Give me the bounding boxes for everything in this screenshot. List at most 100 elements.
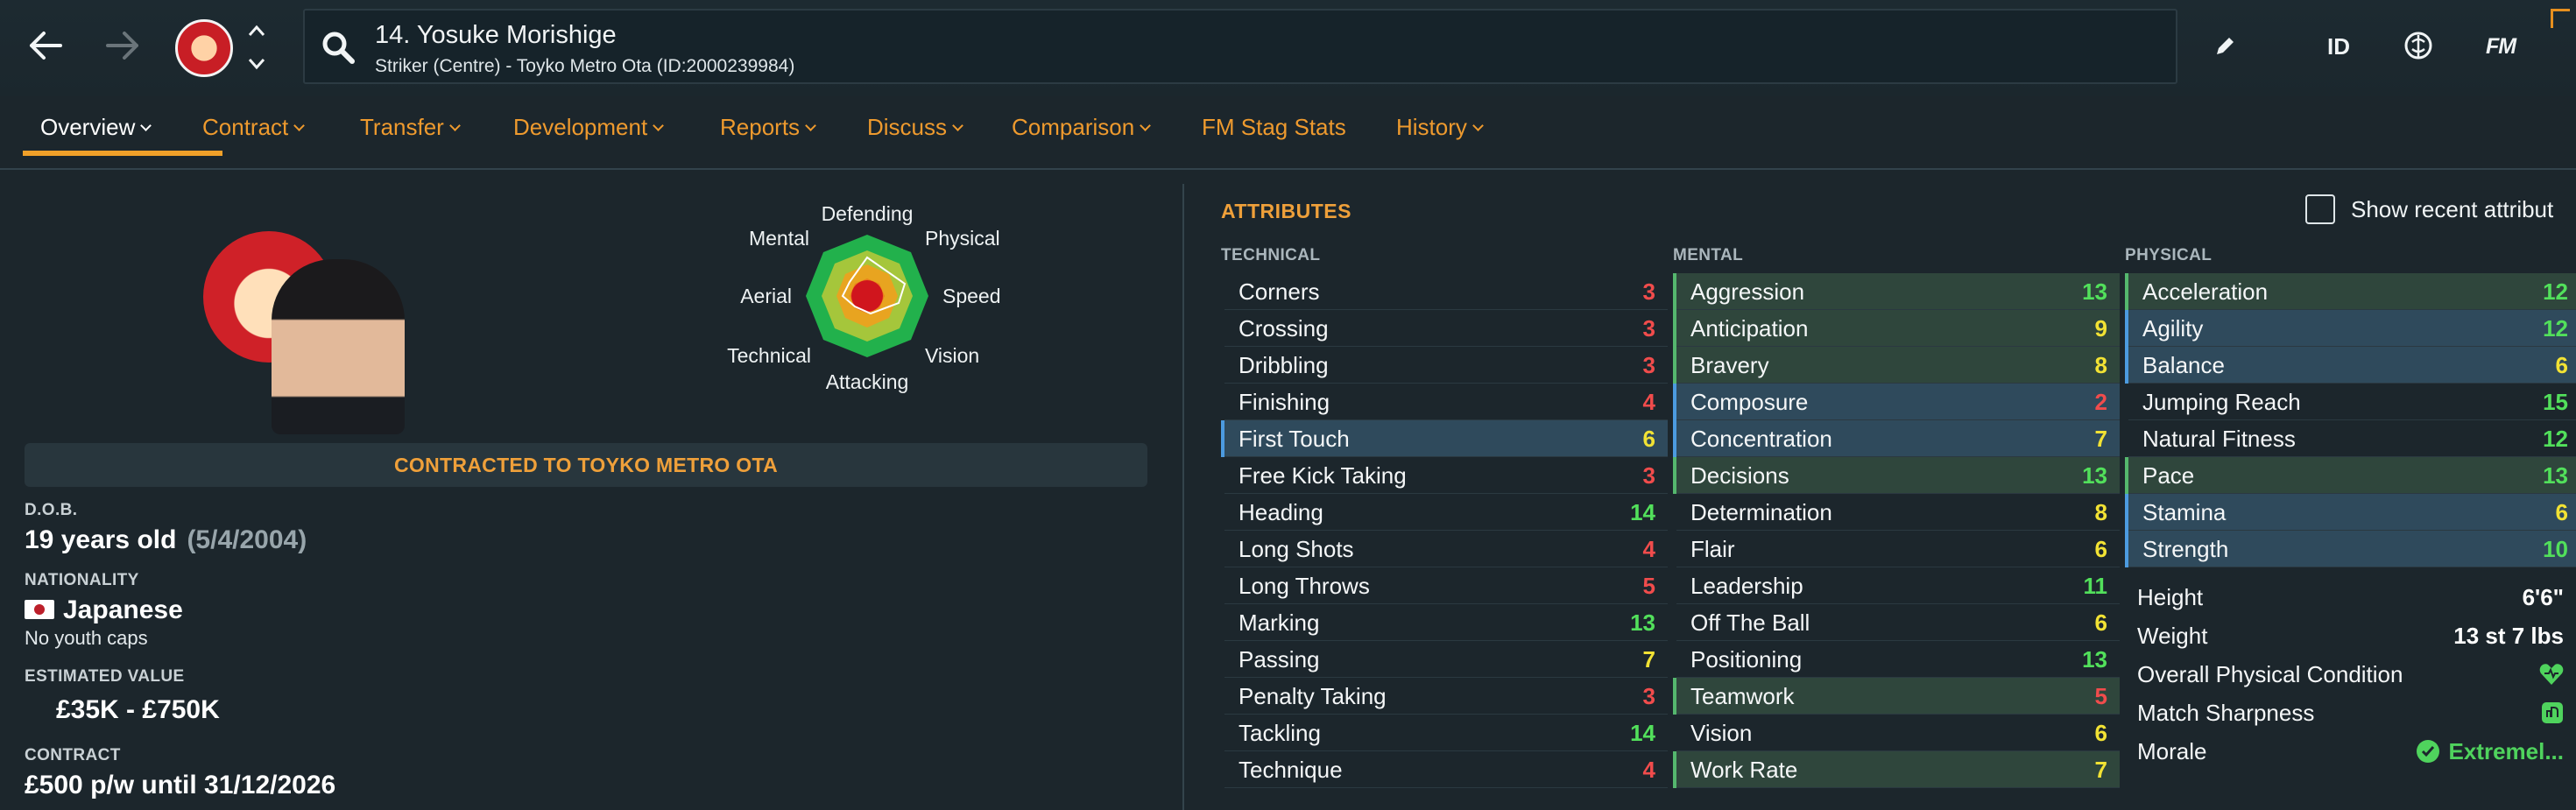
morale-row[interactable]: Morale Extremel... xyxy=(2127,732,2576,771)
contract-value: £500 p/w until 31/12/2026 xyxy=(25,771,336,799)
radar-label-speed: Speed xyxy=(942,285,1001,307)
attribute-row-pace[interactable]: Pace 13 xyxy=(2125,457,2576,494)
attribute-row-anticipation[interactable]: Anticipation 9 xyxy=(1673,310,2120,347)
attribute-row-leadership[interactable]: Leadership 11 xyxy=(1673,567,2120,604)
sharpness-row[interactable]: Match Sharpness xyxy=(2127,694,2576,732)
radar-label-attacking: Attacking xyxy=(826,370,909,393)
attribute-value: 13 xyxy=(2543,461,2568,489)
club-switcher[interactable] xyxy=(243,25,270,70)
chevron-down-icon xyxy=(448,119,461,131)
attribute-row-off-the-ball[interactable]: Off The Ball 6 xyxy=(1673,604,2120,641)
attribute-name: Finishing xyxy=(1239,388,1330,415)
nationality-label: NATIONALITY xyxy=(25,571,139,589)
attribute-row-positioning[interactable]: Positioning 13 xyxy=(1673,641,2120,678)
id-button[interactable]: ID xyxy=(2312,26,2365,67)
chevron-down-icon xyxy=(293,119,306,131)
attribute-value: 15 xyxy=(2543,388,2568,415)
attribute-value: 6 xyxy=(2555,498,2568,525)
attribute-value: 12 xyxy=(2543,425,2568,452)
brain-icon[interactable] xyxy=(2396,26,2440,67)
attribute-row-aggression[interactable]: Aggression 13 xyxy=(1673,273,2120,310)
search-icon[interactable] xyxy=(321,30,356,65)
tab-comparison[interactable]: Comparison xyxy=(1012,114,1152,141)
attribute-row-bravery[interactable]: Bravery 8 xyxy=(1673,347,2120,384)
attribute-row-natural-fitness[interactable]: Natural Fitness 12 xyxy=(2125,420,2576,457)
checkbox[interactable] xyxy=(2305,194,2335,224)
attribute-name: Balance xyxy=(2142,351,2225,378)
attribute-row-work-rate[interactable]: Work Rate 7 xyxy=(1673,751,2120,788)
attribute-row-tackling[interactable]: Tackling 14 xyxy=(1221,715,1668,751)
tab-history[interactable]: History xyxy=(1396,114,1484,141)
corner-marker xyxy=(2551,9,2570,28)
attribute-row-penalty-taking[interactable]: Penalty Taking 3 xyxy=(1221,678,1668,715)
attribute-row-concentration[interactable]: Concentration 7 xyxy=(1673,420,2120,457)
attribute-row-marking[interactable]: Marking 13 xyxy=(1221,604,1668,641)
pencil-icon[interactable] xyxy=(2207,26,2242,67)
condition-row[interactable]: Overall Physical Condition xyxy=(2127,655,2576,694)
attribute-row-composure[interactable]: Composure 2 xyxy=(1673,384,2120,420)
attribute-row-vision[interactable]: Vision 6 xyxy=(1673,715,2120,751)
attribute-value: 4 xyxy=(1642,535,1655,562)
attribute-row-heading[interactable]: Heading 14 xyxy=(1221,494,1668,531)
attribute-row-corners[interactable]: Corners 3 xyxy=(1221,273,1668,310)
radar-label-aerial: Aerial xyxy=(740,285,792,307)
physical-header: PHYSICAL xyxy=(2125,246,2213,264)
attribute-row-acceleration[interactable]: Acceleration 12 xyxy=(2125,273,2576,310)
tab-discuss[interactable]: Discuss xyxy=(867,114,963,141)
attribute-row-flair[interactable]: Flair 6 xyxy=(1673,531,2120,567)
tab-contract[interactable]: Contract xyxy=(202,114,306,141)
attribute-row-strength[interactable]: Strength 10 xyxy=(2125,531,2576,567)
attribute-value: 13 xyxy=(2082,645,2107,673)
player-search-box[interactable]: 14. Yosuke Morishige Striker (Centre) - … xyxy=(303,9,2177,84)
player-photo xyxy=(272,259,405,434)
morale-value: Extremel... xyxy=(2417,738,2564,765)
chevron-down-icon[interactable] xyxy=(248,58,265,70)
attribute-name: Dribbling xyxy=(1239,351,1329,378)
attribute-row-free-kick-taking[interactable]: Free Kick Taking 3 xyxy=(1221,457,1668,494)
attribute-value: 3 xyxy=(1642,461,1655,489)
radar-label-defending: Defending xyxy=(822,202,914,225)
nationality-value[interactable]: Japanese xyxy=(25,595,183,625)
fm-button[interactable]: FM xyxy=(2470,26,2531,67)
attribute-row-long-shots[interactable]: Long Shots 4 xyxy=(1221,531,1668,567)
tab-fm-stag-stats[interactable]: FM Stag Stats xyxy=(1202,114,1346,141)
tab-transfer[interactable]: Transfer xyxy=(360,114,461,141)
club-crest[interactable] xyxy=(175,19,233,77)
radar-label-vision: Vision xyxy=(925,344,979,367)
tab-label: Overview xyxy=(40,114,136,140)
attribute-row-crossing[interactable]: Crossing 3 xyxy=(1221,310,1668,347)
show-recent-toggle[interactable]: Show recent attribut xyxy=(2305,194,2553,224)
attribute-row-stamina[interactable]: Stamina 6 xyxy=(2125,494,2576,531)
attribute-row-finishing[interactable]: Finishing 4 xyxy=(1221,384,1668,420)
tab-development[interactable]: Development xyxy=(513,114,665,141)
attribute-value: 6 xyxy=(2094,719,2107,746)
attribute-row-determination[interactable]: Determination 8 xyxy=(1673,494,2120,531)
chevron-down-icon xyxy=(1140,119,1152,131)
chevron-up-icon[interactable] xyxy=(248,25,265,37)
player-name-title: 14. Yosuke Morishige xyxy=(375,21,617,49)
technical-header: TECHNICAL xyxy=(1221,246,1321,264)
attribute-row-first-touch[interactable]: First Touch 6 xyxy=(1221,420,1668,457)
radar-label-physical: Physical xyxy=(925,227,1000,250)
value-label: ESTIMATED VALUE xyxy=(25,667,185,686)
attribute-row-balance[interactable]: Balance 6 xyxy=(2125,347,2576,384)
tab-label: Contract xyxy=(202,114,289,140)
tab-reports[interactable]: Reports xyxy=(720,114,816,141)
japan-flag-icon xyxy=(25,600,54,620)
attribute-row-agility[interactable]: Agility 12 xyxy=(2125,310,2576,347)
attribute-row-decisions[interactable]: Decisions 13 xyxy=(1673,457,2120,494)
arrow-left-icon xyxy=(30,32,62,60)
attribute-row-jumping-reach[interactable]: Jumping Reach 15 xyxy=(2125,384,2576,420)
back-button[interactable] xyxy=(19,19,72,72)
estimated-value: £35K - £750K xyxy=(56,695,220,724)
attribute-row-dribbling[interactable]: Dribbling 3 xyxy=(1221,347,1668,384)
attribute-row-teamwork[interactable]: Teamwork 5 xyxy=(1673,678,2120,715)
attribute-row-passing[interactable]: Passing 7 xyxy=(1221,641,1668,678)
chevron-down-icon xyxy=(140,119,152,131)
player-position-club: Striker (Centre) - Toyko Metro Ota (ID:2… xyxy=(375,56,795,76)
forward-button[interactable] xyxy=(96,19,149,72)
tab-overview[interactable]: Overview xyxy=(40,114,152,141)
attribute-row-long-throws[interactable]: Long Throws 5 xyxy=(1221,567,1668,604)
attribute-value: 12 xyxy=(2543,278,2568,305)
attribute-row-technique[interactable]: Technique 4 xyxy=(1221,751,1668,788)
